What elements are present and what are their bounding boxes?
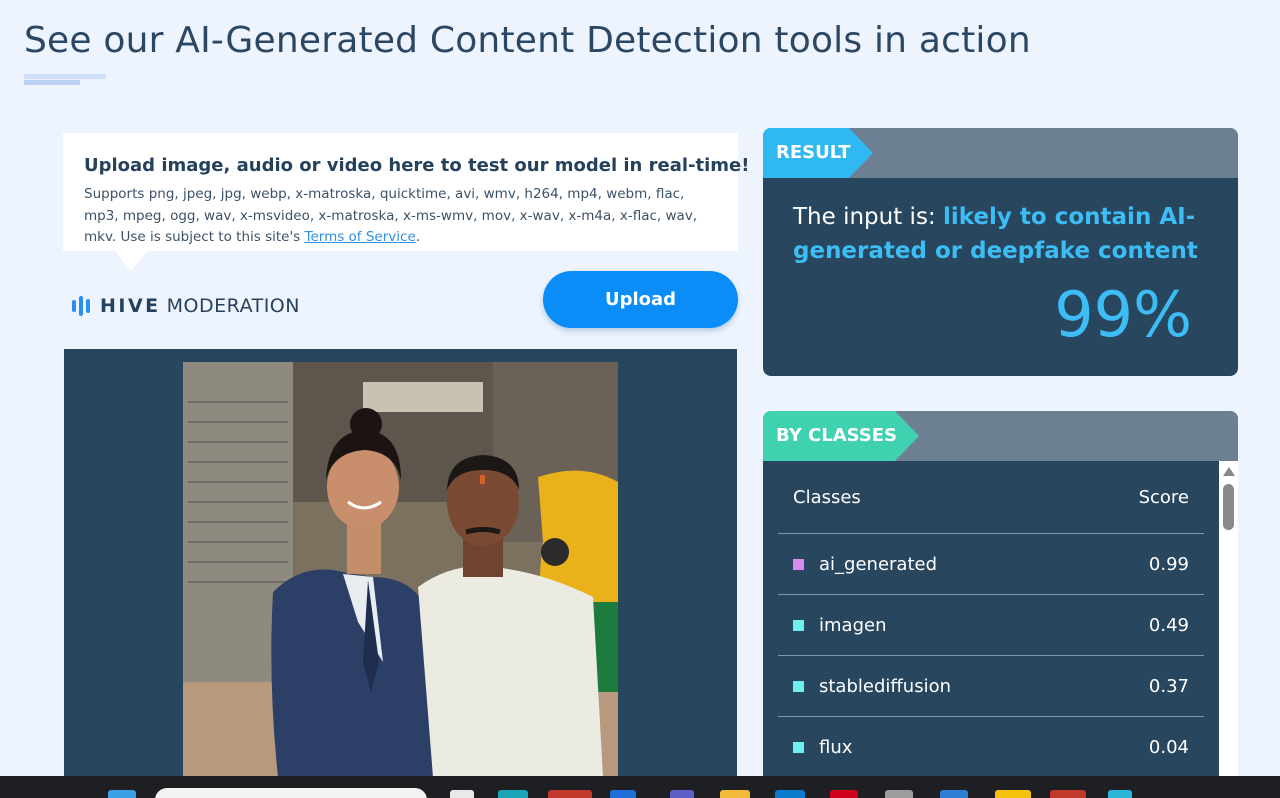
class-color-swatch	[793, 619, 804, 631]
hive-moderation-logo: HIVE MODERATION	[72, 293, 300, 319]
app-icon[interactable]	[1108, 790, 1132, 798]
terms-of-service-link[interactable]: Terms of Service	[305, 229, 416, 245]
uploaded-photo	[183, 362, 618, 777]
page-title: See our AI-Generated Content Detection t…	[24, 20, 1031, 61]
app-icon[interactable]	[940, 790, 968, 798]
app-icon[interactable]	[670, 790, 694, 798]
app-icon[interactable]	[830, 790, 858, 798]
class-color-swatch	[793, 741, 804, 753]
table-row: ai_generated 0.99	[778, 534, 1204, 595]
result-panel-header: RESULT	[763, 128, 1238, 178]
result-panel: RESULT The input is: likely to contain A…	[763, 128, 1238, 376]
app-icon[interactable]	[1050, 790, 1086, 798]
app-icon[interactable]	[775, 790, 805, 798]
classes-panel-header: BY CLASSES	[763, 411, 1238, 461]
upload-description: Supports png, jpeg, jpg, webp, x-matrosk…	[84, 184, 717, 249]
result-prefix: The input is:	[793, 204, 936, 230]
class-name: imagen	[819, 614, 887, 636]
photo-illustration	[183, 362, 618, 777]
result-tag: RESULT	[763, 128, 873, 178]
app-icon[interactable]	[610, 790, 636, 798]
scroll-up-icon[interactable]	[1223, 467, 1235, 476]
class-name: ai_generated	[819, 553, 938, 575]
header-score: Score	[1138, 486, 1189, 508]
class-score: 0.04	[1148, 736, 1189, 758]
app-icon[interactable]	[885, 790, 913, 798]
result-text: The input is: likely to contain AI-gener…	[793, 200, 1213, 268]
class-name: flux	[819, 736, 853, 758]
class-score: 0.99	[1148, 553, 1189, 575]
classes-scrollbar[interactable]	[1219, 461, 1238, 798]
table-row: flux 0.04	[778, 717, 1204, 778]
class-color-swatch	[793, 558, 804, 570]
scroll-thumb[interactable]	[1223, 484, 1234, 530]
title-underline	[24, 74, 106, 79]
logo-brand-text: HIVE	[100, 295, 161, 317]
app-icon[interactable]	[498, 790, 528, 798]
table-row: stablediffusion 0.37	[778, 656, 1204, 717]
class-score: 0.37	[1148, 675, 1189, 697]
classes-table: Classes Score ai_generated 0.99 imagen 0…	[778, 461, 1204, 778]
result-score: 99%	[1054, 278, 1192, 351]
app-icon[interactable]	[450, 790, 474, 798]
table-header: Classes Score	[778, 461, 1204, 534]
folder-icon[interactable]	[720, 790, 750, 798]
upload-info-card: Upload image, audio or video here to tes…	[63, 133, 750, 271]
header-classes: Classes	[793, 486, 861, 508]
table-row: imagen 0.49	[778, 595, 1204, 656]
title-underline-accent	[24, 80, 80, 85]
taskbar-search[interactable]	[155, 788, 427, 798]
class-color-swatch	[793, 680, 804, 692]
media-preview	[64, 349, 737, 798]
app-icon[interactable]	[548, 790, 592, 798]
classes-tag: BY CLASSES	[763, 411, 919, 461]
start-icon[interactable]	[108, 790, 136, 798]
upload-heading: Upload image, audio or video here to tes…	[84, 155, 750, 176]
logo-product-text: MODERATION	[166, 295, 300, 317]
hive-logo-icon	[72, 296, 90, 316]
app-icon[interactable]	[995, 790, 1031, 798]
upload-button[interactable]: Upload	[543, 271, 738, 328]
class-score: 0.49	[1148, 614, 1189, 636]
classes-panel: BY CLASSES Classes Score ai_generated 0.…	[763, 411, 1238, 798]
class-name: stablediffusion	[819, 675, 952, 697]
taskbar	[0, 776, 1280, 798]
terms-suffix: .	[415, 229, 421, 245]
